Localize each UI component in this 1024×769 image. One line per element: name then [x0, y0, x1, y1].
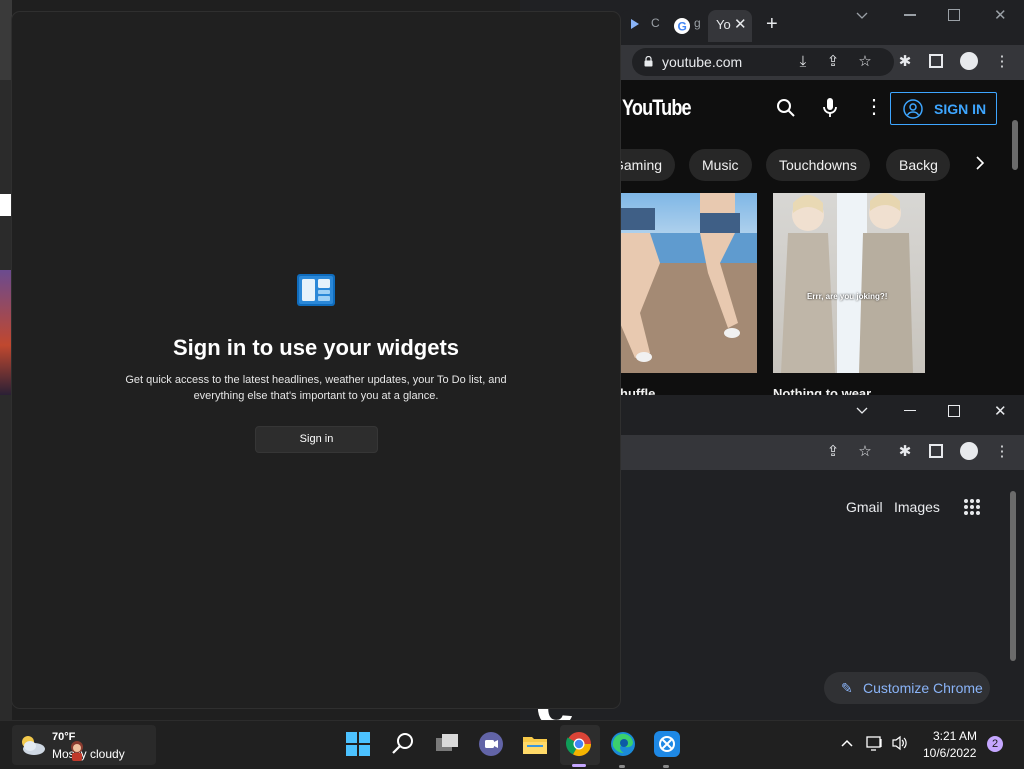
minimize-icon[interactable] [904, 14, 916, 16]
search-icon[interactable] [776, 98, 796, 118]
lock-icon[interactable] [644, 56, 653, 67]
bookmark-star-icon[interactable]: ☆ [854, 51, 876, 73]
close-window-icon[interactable]: ✕ [994, 6, 1007, 24]
google-favicon-icon: G [674, 18, 690, 34]
side-panel-icon[interactable] [929, 54, 943, 68]
weather-description: Mostly cloudy [52, 747, 125, 761]
windows-start-icon[interactable] [343, 729, 375, 761]
taskbar: 70°F Mostly cloudy 3:21 AM 10/6/2022 2 [0, 720, 1024, 769]
chevron-down-icon[interactable] [856, 407, 868, 417]
chevron-right-icon[interactable] [975, 156, 985, 170]
search-icon[interactable] [388, 729, 420, 761]
network-icon[interactable] [866, 735, 884, 751]
background-window-element [0, 194, 12, 216]
more-options-icon[interactable]: ⋮ [864, 94, 884, 119]
customize-chrome-button[interactable]: ✎ Customize Chrome [824, 672, 990, 704]
menu-kebab-icon[interactable]: ⋮ [991, 51, 1013, 73]
minimize-icon[interactable] [904, 410, 916, 411]
active-app-indicator [572, 764, 586, 767]
extensions-icon[interactable]: ✱ [894, 51, 916, 73]
widgets-description: Get quick access to the latest headlines… [116, 372, 516, 404]
extensions-icon[interactable]: ✱ [894, 441, 916, 463]
widgets-title: Sign in to use your widgets [172, 335, 460, 360]
maximize-icon[interactable] [948, 9, 960, 21]
profile-avatar-icon[interactable] [960, 52, 978, 70]
tab-2[interactable]: G g [666, 10, 704, 42]
widgets-description-line-2: everything else that's important to you … [193, 390, 439, 402]
tab-close-icon[interactable]: ✕ [734, 15, 747, 33]
video-thumbnail-1[interactable] [620, 193, 757, 373]
customize-chrome-label: Customize Chrome [863, 680, 983, 696]
clock-time[interactable]: 3:21 AM [933, 729, 977, 743]
background-window-header [0, 0, 12, 80]
side-panel-icon[interactable] [929, 444, 943, 458]
chips-bar: Gaming Music Touchdowns Backg [620, 136, 1024, 192]
chip-gaming[interactable]: Gaming [620, 149, 676, 181]
background-window-image [0, 270, 12, 395]
share-icon[interactable]: ⇪ [822, 441, 844, 463]
install-app-icon[interactable]: ⤓ [792, 51, 814, 73]
video-thumbnail-2[interactable]: Errr, are you joking?! [773, 193, 925, 373]
widgets-icon [297, 274, 335, 306]
scrollbar[interactable] [1010, 120, 1020, 390]
chrome-icon[interactable] [564, 729, 596, 761]
svg-text:G: G [678, 20, 687, 34]
url-text: youtube.com [662, 54, 743, 70]
pencil-icon: ✎ [841, 680, 853, 696]
youtube-sign-in-label: SIGN IN [934, 101, 987, 117]
video-overlay-text: Errr, are you joking?! [807, 292, 888, 301]
chevron-down-icon[interactable] [856, 12, 868, 22]
scrollbar-thumb[interactable] [1010, 491, 1016, 661]
widgets-description-line-1: Get quick access to the latest headlines… [125, 374, 507, 386]
youtube-header: YouTube ⋮ SIGN IN [620, 80, 1024, 136]
tab-1-label: C [651, 16, 660, 30]
chip-music[interactable]: Music [689, 149, 752, 181]
new-tab-button[interactable]: + [766, 13, 778, 36]
play-favicon-icon [630, 18, 640, 30]
widgets-sign-in-button[interactable]: Sign in [255, 426, 378, 453]
maximize-icon[interactable] [948, 405, 960, 417]
account-icon [903, 99, 923, 119]
task-view-icon[interactable] [432, 729, 464, 761]
menu-kebab-icon[interactable]: ⋮ [991, 441, 1013, 463]
weather-widget[interactable]: 70°F Mostly cloudy [12, 725, 156, 765]
file-explorer-icon[interactable] [520, 729, 552, 761]
scrollbar-thumb[interactable] [1012, 120, 1018, 170]
gmail-link[interactable]: Gmail [846, 499, 883, 515]
bookmark-star-icon[interactable]: ☆ [854, 441, 876, 463]
clock-date[interactable]: 10/6/2022 [923, 746, 976, 760]
app-icon[interactable] [652, 729, 684, 761]
images-link[interactable]: Images [894, 499, 940, 515]
address-bar[interactable]: youtube.com ⤓ ⇪ ☆ [632, 48, 894, 76]
notification-badge[interactable]: 2 [987, 736, 1003, 752]
profile-avatar-icon[interactable] [960, 442, 978, 460]
apps-grid-icon[interactable] [963, 498, 981, 516]
tab-2-label: g [694, 16, 701, 30]
tab-3-label: Yo [716, 17, 731, 32]
close-window-icon[interactable]: ✕ [994, 402, 1007, 420]
edge-icon[interactable] [608, 729, 640, 761]
cloudy-moon-icon [18, 734, 46, 756]
avatar-sticker-icon [68, 739, 86, 761]
share-icon[interactable]: ⇪ [822, 51, 844, 73]
tab-3-active[interactable]: Yo ✕ [708, 10, 752, 42]
microphone-icon[interactable] [823, 97, 837, 119]
youtube-sign-in-button[interactable]: SIGN IN [890, 92, 997, 125]
widgets-panel: Sign in to use your widgets Get quick ac… [12, 12, 620, 708]
tab-1[interactable]: C [620, 10, 660, 42]
teams-chat-icon[interactable] [476, 729, 508, 761]
chevron-up-icon[interactable] [841, 739, 853, 747]
volume-icon[interactable] [891, 735, 909, 751]
youtube-logo[interactable]: YouTube [622, 95, 692, 121]
chip-background[interactable]: Backg [886, 149, 950, 181]
chip-touchdowns[interactable]: Touchdowns [766, 149, 870, 181]
